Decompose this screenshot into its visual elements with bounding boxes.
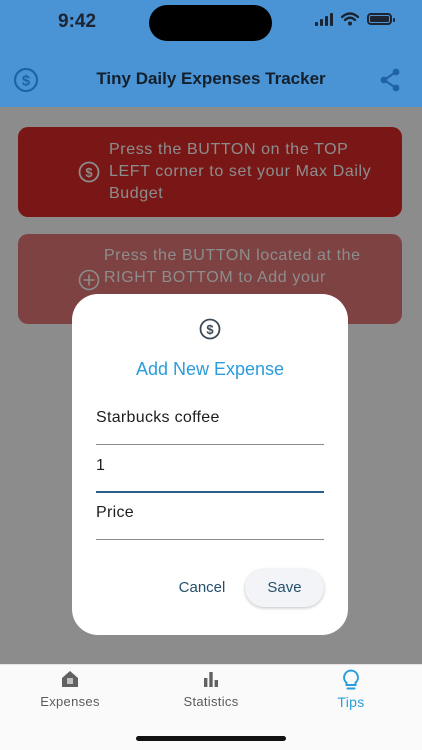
status-icons bbox=[315, 12, 395, 26]
home-indicator bbox=[136, 736, 286, 741]
nav-label: Tips bbox=[337, 694, 365, 710]
add-expense-dialog: $ Add New Expense Starbucks coffee 1 Pri… bbox=[72, 294, 348, 635]
nav-expenses[interactable]: Expenses bbox=[10, 669, 130, 709]
dollar-circle-icon: $ bbox=[199, 318, 221, 340]
app-bar: 9:42 $ Tiny Daily Expenses Tracker bbox=[0, 0, 422, 107]
home-icon bbox=[62, 671, 78, 687]
wifi-icon bbox=[341, 12, 359, 26]
nav-tips[interactable]: Tips bbox=[291, 669, 411, 710]
field-value: 1 bbox=[96, 457, 106, 474]
field-underline bbox=[96, 539, 324, 540]
quantity-field[interactable]: 1 bbox=[96, 449, 324, 493]
svg-text:$: $ bbox=[206, 322, 214, 337]
dynamic-island bbox=[149, 5, 272, 41]
nav-statistics[interactable]: Statistics bbox=[151, 669, 271, 709]
field-value: Starbucks coffee bbox=[96, 409, 220, 426]
expense-name-field[interactable]: Starbucks coffee bbox=[96, 401, 324, 445]
app-title: Tiny Daily Expenses Tracker bbox=[96, 69, 326, 88]
screen: 9:42 $ Tiny Daily Expenses Tracker $ Pre… bbox=[0, 0, 422, 750]
save-button[interactable]: Save bbox=[245, 569, 324, 607]
price-field[interactable]: Price bbox=[96, 496, 324, 540]
nav-label: Expenses bbox=[40, 694, 100, 709]
cancel-button[interactable]: Cancel bbox=[168, 570, 236, 606]
share-button[interactable] bbox=[378, 67, 402, 93]
field-underline bbox=[96, 444, 324, 445]
nav-label: Statistics bbox=[183, 694, 239, 709]
field-placeholder: Price bbox=[96, 504, 134, 521]
bar-chart-icon bbox=[204, 672, 218, 687]
status-time: 9:42 bbox=[58, 11, 97, 32]
cellular-signal-icon bbox=[315, 12, 333, 26]
lightbulb-icon bbox=[343, 669, 359, 690]
battery-icon bbox=[367, 13, 395, 25]
dialog-title: Add New Expense bbox=[135, 359, 285, 379]
field-underline bbox=[96, 491, 324, 493]
